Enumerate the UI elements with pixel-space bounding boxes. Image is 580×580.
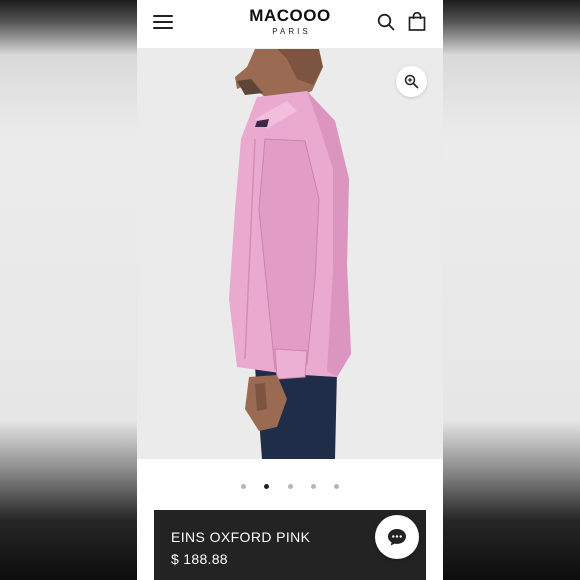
right-blurred-backdrop: [443, 0, 580, 580]
product-price: $ 188.88: [171, 551, 228, 567]
model-in-pink-shirt-illustration: [229, 49, 351, 459]
gallery-dot-1[interactable]: [240, 484, 246, 489]
gallery-dot-2[interactable]: [264, 484, 270, 489]
search-icon[interactable]: [377, 13, 395, 31]
gallery-pagination: [137, 476, 443, 489]
zoom-in-icon[interactable]: [396, 66, 427, 97]
chat-bubble-icon[interactable]: [375, 515, 419, 559]
brand-name: MACOOO: [249, 6, 331, 25]
shopping-bag-icon[interactable]: [408, 11, 426, 31]
left-blurred-backdrop: [0, 0, 137, 580]
mobile-page: MACOOO PARIS EINS OXFORD PINK $ 188.88: [137, 0, 443, 580]
site-header: MACOOO PARIS: [137, 0, 443, 49]
product-photo[interactable]: [137, 49, 443, 459]
brand-logo[interactable]: MACOOO PARIS: [137, 6, 443, 37]
brand-subtitle: PARIS: [272, 27, 311, 36]
product-name: EINS OXFORD PINK: [171, 529, 311, 545]
gallery-dot-5[interactable]: [334, 484, 340, 489]
gallery-dot-3[interactable]: [287, 484, 293, 489]
gallery-dot-4[interactable]: [310, 484, 316, 489]
